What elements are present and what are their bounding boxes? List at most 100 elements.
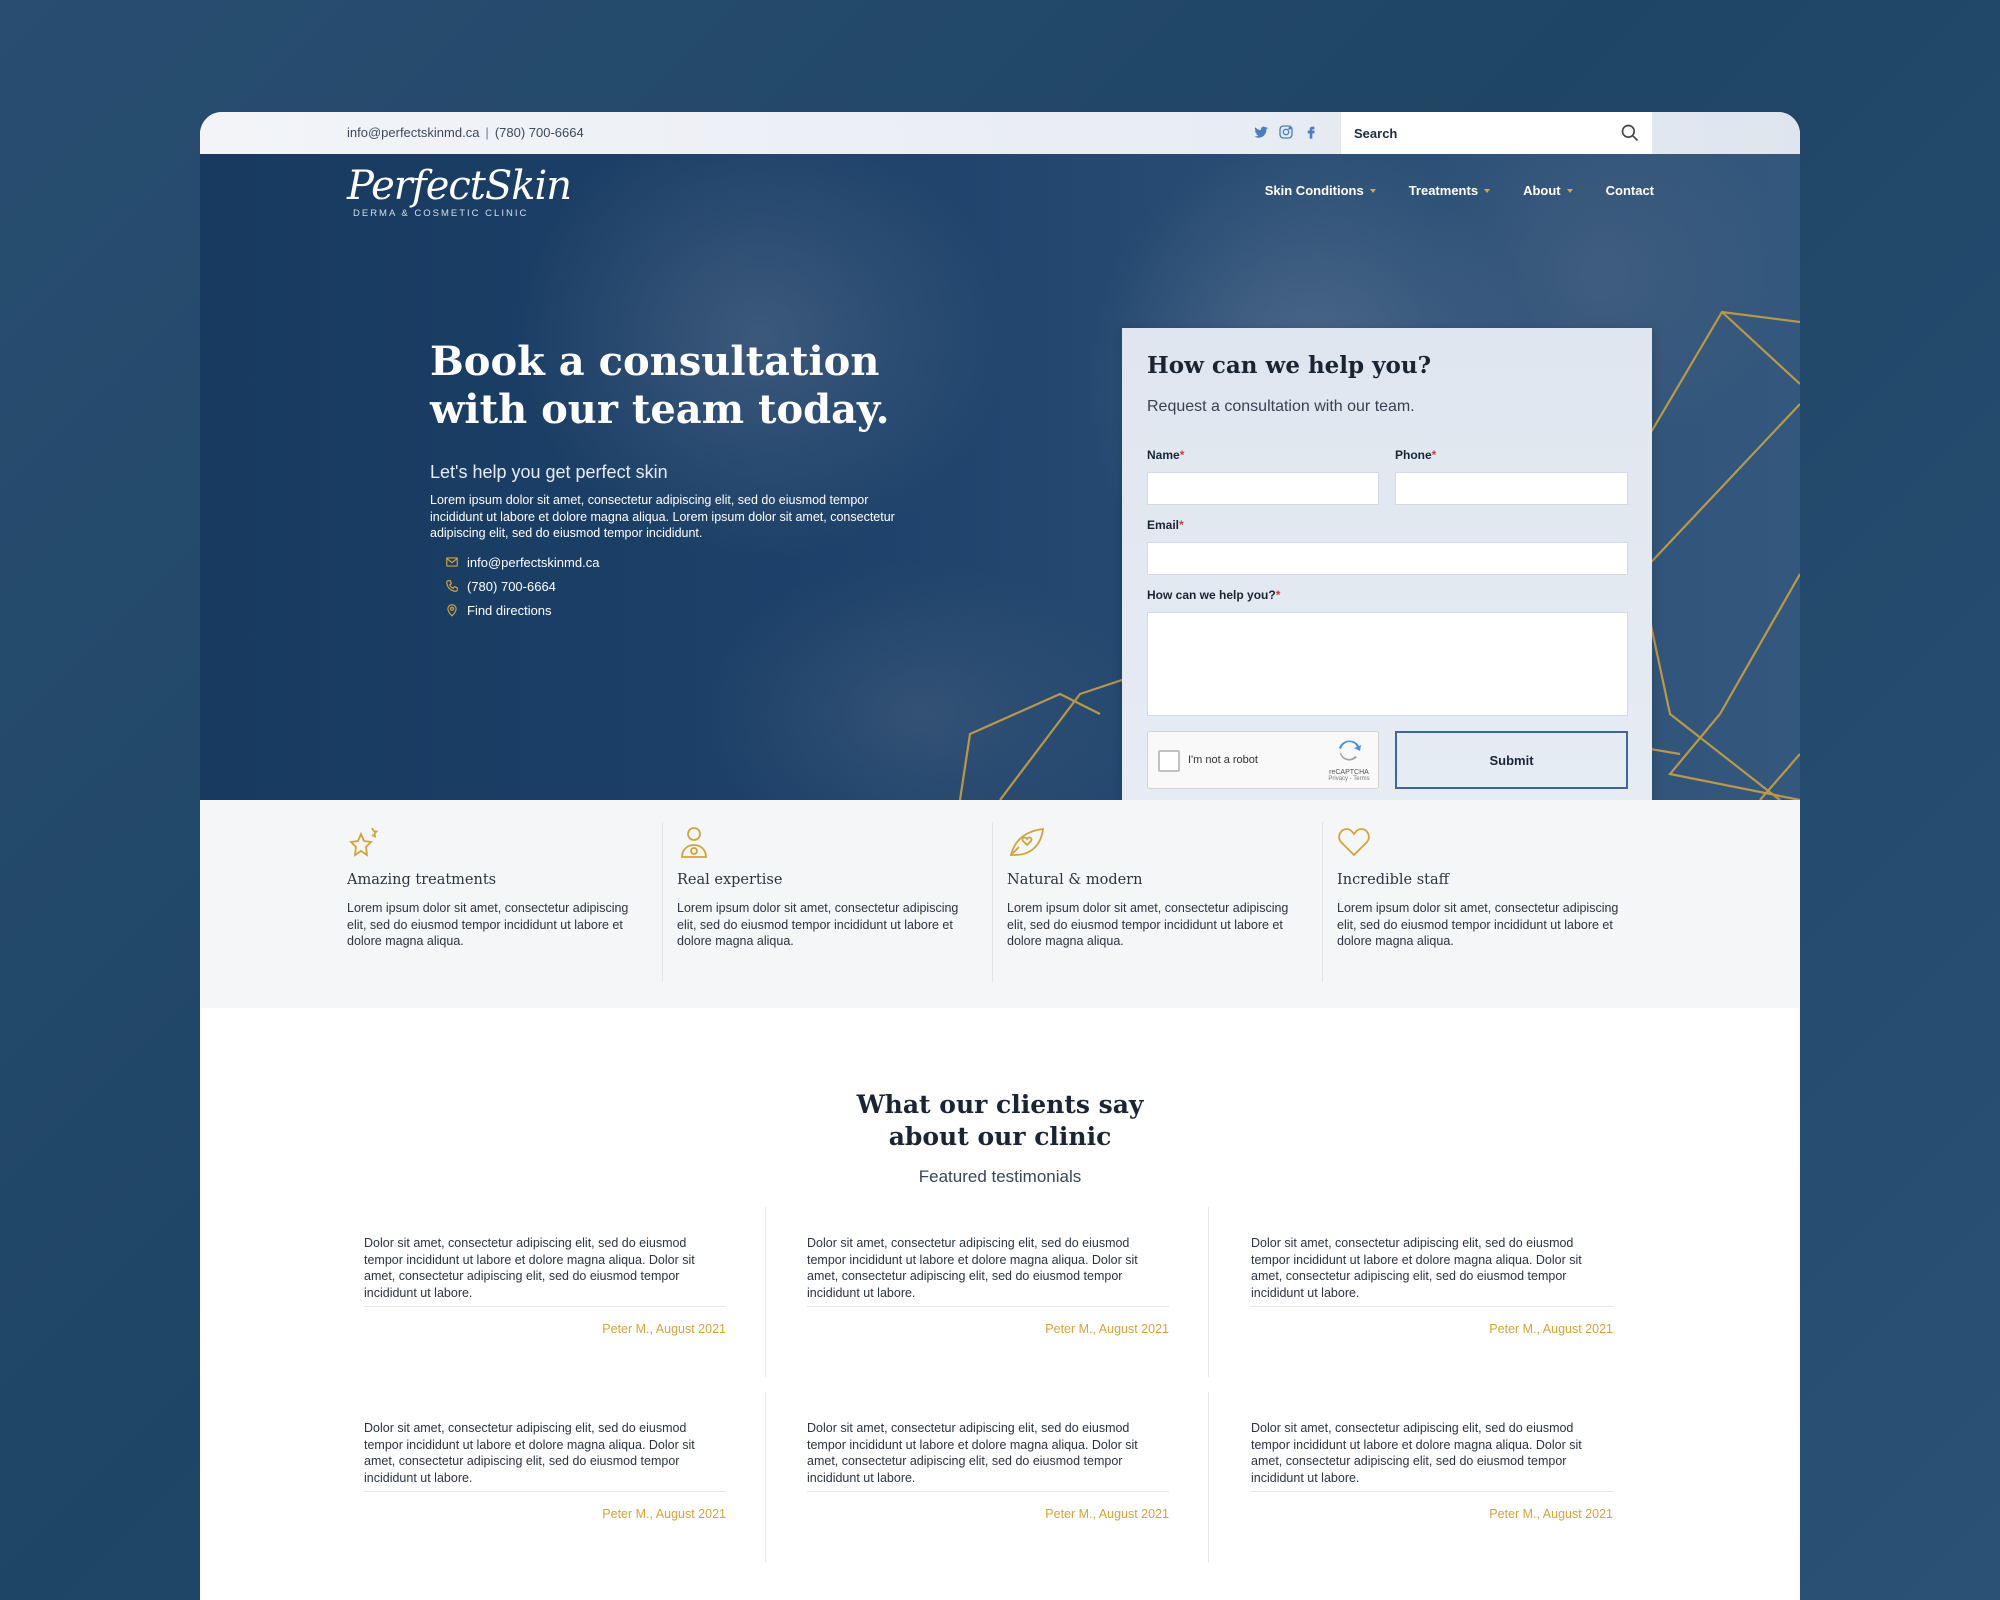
feature-desc: Lorem ipsum dolor sit amet, consectetur … — [347, 901, 629, 948]
name-label-text: Name — [1147, 448, 1180, 462]
divider — [1251, 1491, 1613, 1492]
top-bar: info@perfectskinmd.ca | (780) 700-6664 — [200, 112, 1800, 154]
features-section: Amazing treatments Lorem ipsum dolor sit… — [200, 800, 1800, 1008]
divider — [662, 822, 663, 982]
main-nav: Skin Conditions Treatments About Contact — [1232, 183, 1654, 198]
nav-label: Treatments — [1408, 183, 1479, 198]
feature-title: Real expertise — [677, 872, 783, 888]
feature-title: Natural & modern — [1007, 872, 1143, 888]
site-logo[interactable]: PerfectSkin DERMA & COSMETIC CLINIC — [347, 162, 572, 219]
required-mark: * — [1431, 448, 1437, 462]
nav-contact[interactable]: Contact — [1606, 183, 1654, 198]
divider — [765, 1207, 766, 1377]
testimonial-card: Dolor sit amet, consectetur adipiscing e… — [807, 1420, 1169, 1521]
leaf-heart-icon — [1009, 827, 1045, 856]
feature-item: Amazing treatments Lorem ipsum dolor sit… — [347, 825, 647, 950]
recaptcha-icon — [1339, 740, 1361, 761]
message-textarea[interactable] — [1147, 612, 1628, 716]
feature-item: Natural & modern Lorem ipsum dolor sit a… — [1007, 825, 1307, 950]
testimonial-card: Dolor sit amet, consectetur adipiscing e… — [364, 1420, 726, 1521]
facebook-icon[interactable] — [1303, 124, 1319, 140]
search-box — [1340, 112, 1653, 154]
testimonial-quote: Dolor sit amet, consectetur adipiscing e… — [364, 1236, 695, 1300]
feature-title: Amazing treatments — [347, 872, 497, 888]
email-field[interactable] — [1147, 542, 1628, 575]
phone-field[interactable] — [1395, 472, 1628, 505]
hero-subtitle: Let's help you get perfect skin — [430, 462, 668, 482]
hero-contact-list: info@perfectskinmd.ca (780) 700-6664 Fin… — [445, 550, 599, 622]
testimonial-quote: Dolor sit amet, consectetur adipiscing e… — [1251, 1421, 1582, 1485]
testimonial-author: Peter M., August 2021 — [602, 1322, 726, 1336]
logo-script: PerfectSkin — [347, 163, 572, 209]
instagram-icon[interactable] — [1278, 124, 1294, 140]
hero-title: Book a consultation with our team today. — [430, 338, 890, 433]
recaptcha-logo: reCAPTCHA Privacy - Terms — [1328, 740, 1370, 782]
testimonial-quote: Dolor sit amet, consectetur adipiscing e… — [1251, 1236, 1582, 1300]
nav-label: Contact — [1605, 183, 1654, 198]
testimonial-quote: Dolor sit amet, consectetur adipiscing e… — [807, 1236, 1138, 1300]
top-email-link[interactable]: info@perfectskinmd.ca — [347, 125, 479, 140]
nav-about[interactable]: About — [1523, 183, 1573, 198]
testimonial-card: Dolor sit amet, consectetur adipiscing e… — [364, 1235, 726, 1336]
divider — [1251, 1306, 1613, 1307]
envelope-icon — [446, 557, 458, 567]
sparkle-stars-icon — [349, 827, 379, 857]
name-field[interactable] — [1147, 472, 1379, 505]
search-input[interactable] — [1341, 112, 1653, 154]
top-contact: info@perfectskinmd.ca | (780) 700-6664 — [347, 125, 584, 140]
required-mark: * — [1275, 588, 1281, 602]
testimonial-card: Dolor sit amet, consectetur adipiscing e… — [807, 1235, 1169, 1336]
email-label: Email* — [1147, 518, 1184, 532]
nav-label: About — [1523, 183, 1561, 198]
message-label-text: How can we help you? — [1147, 588, 1276, 602]
feature-item: Incredible staff Lorem ipsum dolor sit a… — [1337, 825, 1637, 950]
divider — [1322, 822, 1323, 982]
feature-title: Incredible staff — [1337, 872, 1449, 888]
required-mark: * — [1179, 448, 1185, 462]
divider — [807, 1491, 1169, 1492]
nav-skin-conditions[interactable]: Skin Conditions — [1265, 183, 1376, 198]
twitter-icon[interactable] — [1253, 124, 1269, 140]
testimonials-heading-text: What our clients say about our clinic — [856, 1090, 1144, 1151]
submit-button[interactable]: Submit — [1395, 731, 1628, 789]
divider — [807, 1306, 1169, 1307]
nav-treatments[interactable]: Treatments — [1408, 183, 1491, 198]
hero-email-text: info@perfectskinmd.ca — [467, 554, 600, 570]
captcha-brand: reCAPTCHA — [1329, 769, 1369, 776]
divider — [992, 822, 993, 982]
testimonials-subheading: Featured testimonials — [918, 1167, 1082, 1186]
browser-window: info@perfectskinmd.ca | (780) 700-6664 S… — [200, 112, 1800, 1600]
expert-person-icon — [681, 827, 707, 858]
chevron-down-icon — [1484, 188, 1491, 193]
email-label-text: Email — [1147, 518, 1180, 532]
message-label: How can we help you?* — [1147, 588, 1280, 602]
top-separator: | — [485, 125, 489, 140]
captcha-terms[interactable]: Privacy - Terms — [1328, 776, 1370, 782]
feature-item: Real expertise Lorem ipsum dolor sit ame… — [677, 825, 977, 950]
feature-desc: Lorem ipsum dolor sit amet, consectetur … — [1007, 901, 1289, 948]
testimonial-author: Peter M., August 2021 — [1489, 1507, 1613, 1521]
captcha-label: I'm not a robot — [1188, 754, 1258, 766]
find-directions-link[interactable]: Find directions — [445, 598, 599, 622]
chevron-down-icon — [1566, 188, 1573, 193]
map-pin-icon — [447, 604, 457, 617]
testimonial-card: Dolor sit amet, consectetur adipiscing e… — [1251, 1235, 1613, 1336]
feature-desc: Lorem ipsum dolor sit amet, consectetur … — [677, 901, 959, 948]
top-phone-link[interactable]: (780) 700-6664 — [495, 125, 584, 140]
social-links — [1253, 124, 1319, 140]
chevron-down-icon — [1369, 188, 1376, 193]
form-title: How can we help you? — [1147, 352, 1432, 379]
testimonial-author: Peter M., August 2021 — [1045, 1507, 1169, 1521]
hero-phone-link[interactable]: (780) 700-6664 — [445, 574, 599, 598]
testimonial-quote: Dolor sit amet, consectetur adipiscing e… — [807, 1421, 1138, 1485]
divider — [1208, 1207, 1209, 1377]
captcha-checkbox[interactable] — [1158, 750, 1180, 772]
divider — [765, 1392, 766, 1562]
hero-email-link[interactable]: info@perfectskinmd.ca — [445, 550, 599, 574]
search-icon[interactable] — [1620, 123, 1640, 143]
recaptcha-widget: I'm not a robot reCAPTCHA Privacy - Term… — [1147, 731, 1379, 789]
feature-desc: Lorem ipsum dolor sit amet, consectetur … — [1337, 901, 1619, 948]
divider — [364, 1491, 726, 1492]
nav-label: Skin Conditions — [1264, 183, 1364, 198]
consultation-form: How can we help you? Request a consultat… — [1122, 328, 1652, 814]
